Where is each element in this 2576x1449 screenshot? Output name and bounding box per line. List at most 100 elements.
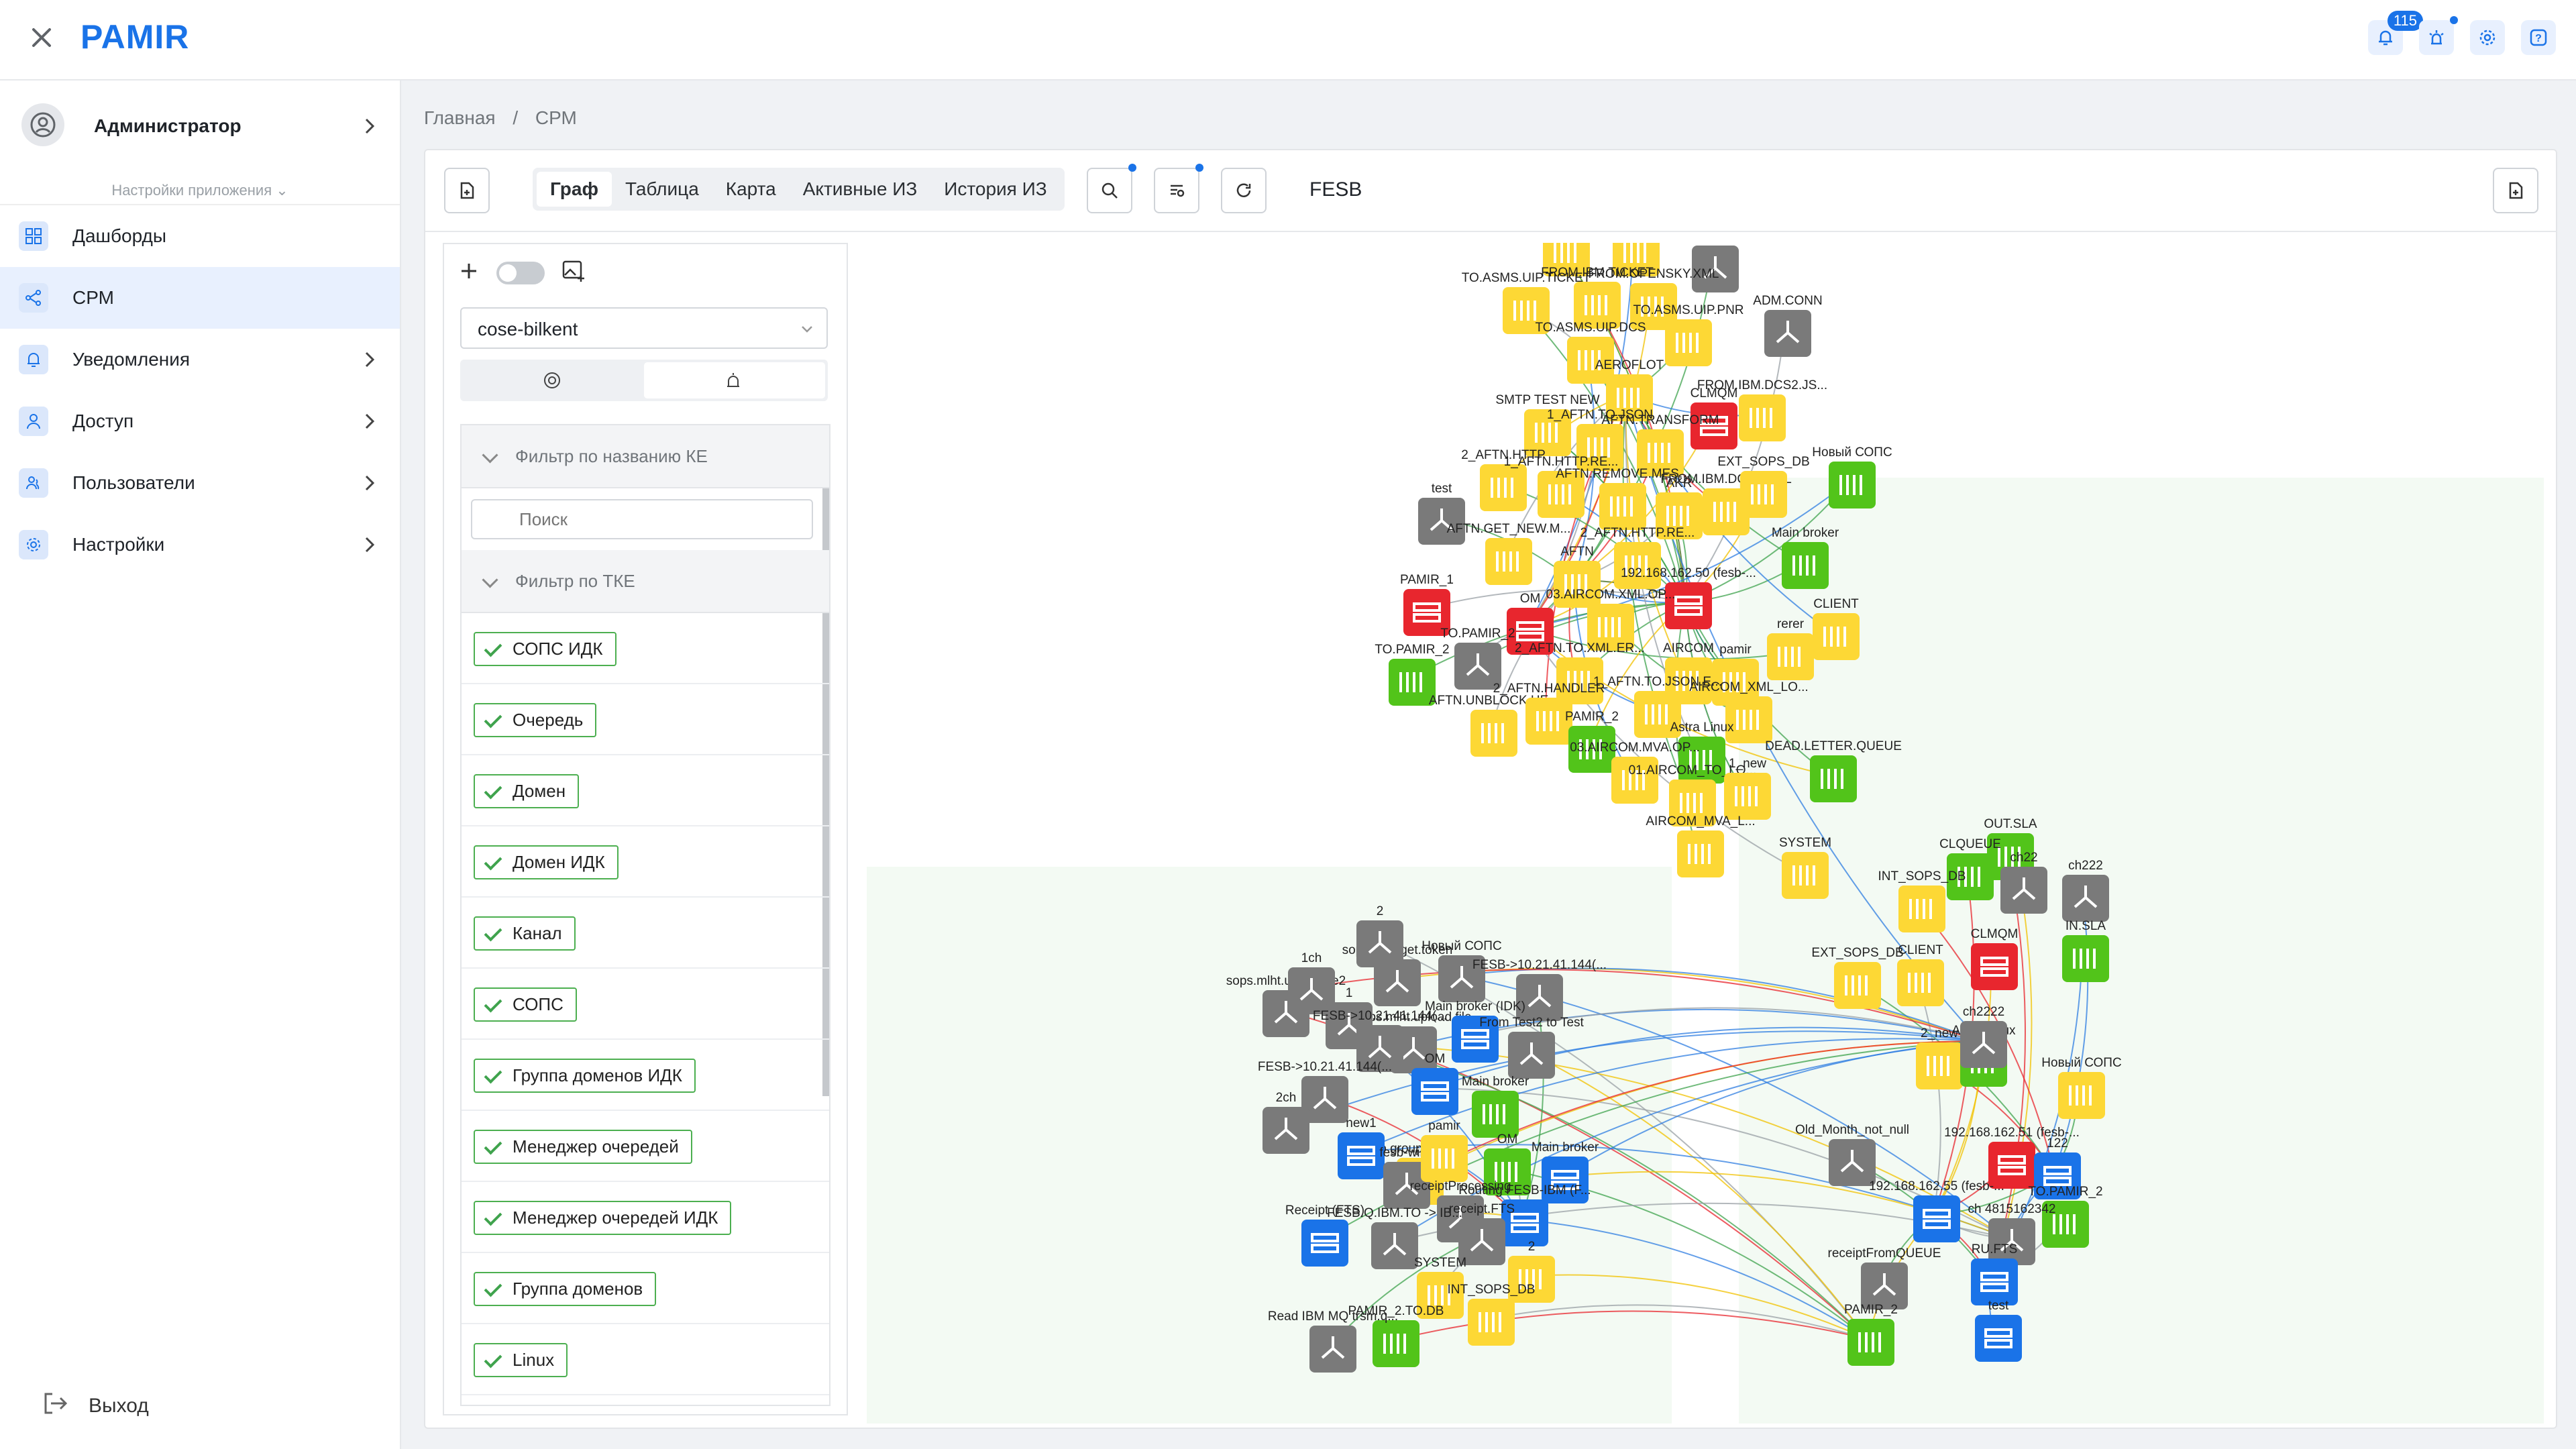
nav-label: Настройки	[72, 534, 165, 555]
view-toggle[interactable]	[496, 261, 545, 284]
mode-switch[interactable]	[460, 360, 828, 401]
graph-node[interactable]: SYSTEM	[1779, 836, 1831, 899]
search-filter-button[interactable]	[1154, 164, 1203, 213]
graph-node[interactable]: TO.ASMS.UIP.PNR	[1633, 303, 1744, 366]
node-box	[1810, 755, 1857, 802]
type-chip[interactable]: Группа доменов	[462, 1253, 829, 1324]
image-add-icon[interactable]	[561, 258, 588, 288]
graph-node[interactable]: TO.PAMIR_2	[1440, 627, 1515, 690]
node-label: OUT.SLA	[1984, 817, 2037, 831]
node-label: 192.168.162.50 (fesb-...	[1621, 566, 1756, 580]
nav-item-users[interactable]: Пользователи	[0, 452, 400, 514]
search-button[interactable]	[1087, 164, 1136, 213]
type-chip[interactable]: Домен ИДК	[462, 826, 829, 898]
filter-by-name-section[interactable]: Фильтр по названию КЕ	[462, 425, 829, 488]
type-chip-label: Группа доменов ИДК	[474, 1059, 696, 1093]
type-chip[interactable]: Очередь	[462, 684, 829, 755]
node-label: ch2222	[1963, 1005, 2004, 1019]
tab-map[interactable]: Карта	[712, 168, 790, 211]
tab-active-incidents[interactable]: Активные ИЗ	[790, 168, 931, 211]
node-label: FROM.IBM.DCS2.JS...	[1697, 378, 1827, 392]
refresh-button[interactable]	[1221, 168, 1267, 213]
close-icon[interactable]	[24, 20, 59, 55]
graph-node[interactable]: CLIENT	[1813, 597, 1860, 660]
node-box	[1472, 1091, 1519, 1138]
node-label: Read IBM MQ trsm.q...	[1268, 1309, 1398, 1324]
type-chip-label: Менеджер очередей ИДК	[474, 1201, 732, 1235]
node-box	[1468, 1299, 1515, 1346]
graph-node[interactable]: IN.SLA	[2062, 919, 2109, 982]
type-chip[interactable]: СОПС	[462, 969, 829, 1040]
tab-incident-history[interactable]: История ИЗ	[930, 168, 1060, 211]
node-label: new1	[1346, 1116, 1376, 1130]
node-label: TO.ASMS.UIP.PNR	[1633, 303, 1743, 317]
node-label: test	[1432, 482, 1452, 496]
dashboard-icon	[19, 221, 48, 251]
graph-node[interactable]: ADM.CONN	[1753, 294, 1823, 357]
view-tabs: Граф Таблица Карта Активные ИЗ История И…	[533, 168, 1065, 211]
graph-node[interactable]: AFTN.GET_NEW.M...	[1447, 522, 1571, 585]
face-icon[interactable]	[542, 370, 562, 390]
layout-select[interactable]: cose-bilkent	[460, 307, 828, 349]
node-box	[1739, 394, 1786, 441]
node-label: pamir	[1428, 1119, 1460, 1133]
nav-label: СРМ	[72, 287, 114, 308]
graph-node[interactable]: PAMIR_2	[1844, 1303, 1898, 1366]
tab-graph[interactable]: Граф	[537, 172, 612, 207]
node-box	[1411, 1068, 1458, 1115]
search-input[interactable]	[471, 499, 813, 539]
nav-item-crm[interactable]: СРМ	[0, 267, 400, 329]
type-chip[interactable]: Канал	[462, 898, 829, 969]
breadcrumb-home[interactable]: Главная	[424, 107, 496, 128]
type-chip[interactable]: Менеджер очередей	[462, 1111, 829, 1182]
nav-item-access[interactable]: Доступ	[0, 390, 400, 452]
node-label: Новый СОПС	[2041, 1056, 2121, 1070]
node-label: FESB->10.21.41.144(...	[1472, 958, 1607, 972]
app-settings-toggle[interactable]: Настройки приложения ⌄	[0, 177, 400, 205]
filter-by-tke-section[interactable]: Фильтр по ТКЕ	[462, 550, 829, 613]
graph-canvas[interactable]: SVR.CONNTO.ASMS.UIP.TICKETFROM.IBM.TICKE…	[867, 243, 2544, 1424]
graph-node[interactable]: TO.ASMS.UIP.DCS	[1535, 321, 1646, 384]
user-profile[interactable]: Администратор	[0, 80, 400, 172]
node-box	[1485, 538, 1532, 585]
type-chip[interactable]: СОПС ИДК	[462, 613, 829, 684]
node-label: AIRCOM_MVA_L...	[1646, 814, 1755, 828]
breadcrumb-current: СРМ	[535, 107, 577, 128]
avatar	[21, 103, 64, 146]
node-label: Astra Linux	[1670, 720, 1734, 735]
add-icon[interactable]	[458, 260, 480, 286]
node-label: PAMIR_2	[1844, 1303, 1898, 1317]
graph-node[interactable]: 1_new	[1724, 757, 1771, 820]
tab-table[interactable]: Таблица	[612, 168, 712, 211]
nav-item-dashboards[interactable]: Дашборды	[0, 205, 400, 267]
node-box	[1975, 1315, 2022, 1362]
node-label: RU.FTS	[1972, 1242, 2018, 1256]
graph-node[interactable]: CLMQM	[1971, 927, 2019, 990]
graph-node[interactable]: ch222	[2062, 859, 2109, 922]
type-chip[interactable]: Менеджер очередей ИДК	[462, 1182, 829, 1253]
notifications-bell-icon[interactable]: 115	[2368, 11, 2423, 55]
import-button[interactable]	[444, 168, 490, 213]
node-box	[2062, 935, 2109, 982]
export-button[interactable]	[2493, 168, 2538, 213]
settings-gear-icon[interactable]	[2470, 20, 2505, 55]
node-label: Main broker	[1532, 1140, 1599, 1155]
alarm-icon[interactable]	[2419, 16, 2458, 55]
logout-button[interactable]: Выход	[40, 1389, 149, 1424]
indicator-dot	[1195, 164, 1203, 172]
node-label: Новый СОПС	[1421, 939, 1501, 953]
app-settings-label: Настройки приложения	[111, 182, 272, 199]
node-label: CLIENT	[1813, 597, 1859, 611]
type-chip[interactable]: Группа доменов ИДК	[462, 1040, 829, 1111]
type-chip[interactable]: Linux	[462, 1324, 829, 1395]
help-icon[interactable]: ?	[2521, 20, 2556, 55]
alarm-icon[interactable]	[723, 370, 743, 390]
graph-node[interactable]: ch2222	[1960, 1005, 2007, 1068]
graph-node[interactable]: CLIENT	[1897, 943, 1944, 1006]
nav-item-settings[interactable]: Настройки	[0, 514, 400, 576]
graph-node[interactable]: RU.FTS	[1971, 1242, 2018, 1305]
type-chip[interactable]: Домен	[462, 755, 829, 826]
graph-node[interactable]: CLQUEUE	[1939, 837, 2001, 900]
nav-item-notifications[interactable]: Уведомления	[0, 329, 400, 390]
node-label: TO.ASMS.UIP.DCS	[1535, 321, 1646, 335]
